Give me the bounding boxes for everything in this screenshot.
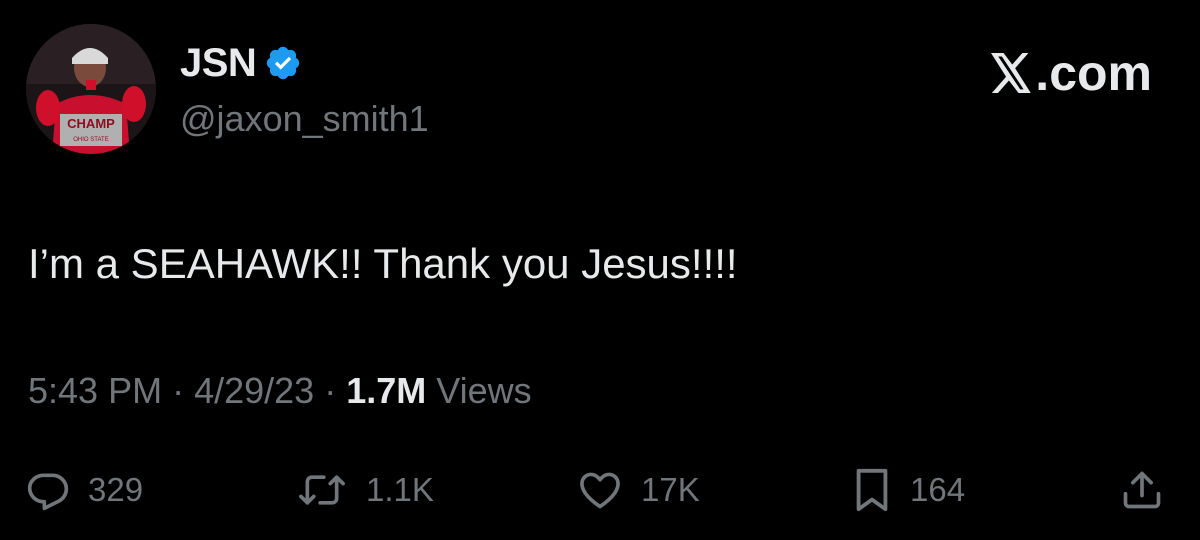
avatar[interactable]: CHAMP OHIO STATE	[26, 24, 156, 154]
x-logo-icon	[991, 53, 1032, 93]
like-button[interactable]: 17K	[577, 462, 700, 518]
author-name-row[interactable]: JSN	[180, 40, 302, 86]
repost-count: 1.1K	[366, 471, 434, 508]
meta-separator: ·	[162, 370, 195, 411]
bookmark-icon	[856, 468, 888, 512]
avatar-shirt-text: CHAMP	[67, 116, 115, 131]
verified-badge-icon	[264, 44, 302, 82]
reply-count: 329	[88, 471, 144, 508]
views-count: 1.7M	[346, 370, 427, 411]
repost-icon	[299, 475, 345, 505]
bookmark-button[interactable]: 164	[852, 462, 965, 518]
author-display-name[interactable]: JSN	[180, 41, 257, 86]
tweet-text: I’m a SEAHAWK!! Thank you Jesus!!!!	[28, 240, 738, 287]
meta-separator: ·	[314, 370, 347, 411]
reply-button[interactable]: 329	[26, 462, 143, 518]
reply-icon	[27, 473, 69, 511]
tweet-date[interactable]: 4/29/23	[194, 370, 314, 411]
like-count: 17K	[641, 471, 700, 508]
action-bar: 329 1.1K 17K 164	[0, 462, 1200, 518]
tweet-meta: 5:43 PM · 4/29/23 · 1.7M Views	[28, 370, 532, 412]
repost-button[interactable]: 1.1K	[296, 462, 434, 518]
brand-logo: .com	[989, 44, 1152, 102]
bookmark-count: 164	[910, 471, 966, 508]
tweet-time[interactable]: 5:43 PM	[28, 370, 162, 411]
share-icon	[1123, 471, 1161, 509]
brand-label: .com	[1035, 45, 1152, 101]
share-button[interactable]	[1120, 462, 1164, 518]
views-label: Views	[436, 370, 532, 411]
heart-icon	[580, 472, 620, 509]
avatar-shirt-subtext: OHIO STATE	[73, 137, 108, 143]
tweet-card: CHAMP OHIO STATE JSN @jaxon_smith1 .com …	[0, 0, 1200, 540]
author-handle[interactable]: @jaxon_smith1	[180, 98, 429, 140]
